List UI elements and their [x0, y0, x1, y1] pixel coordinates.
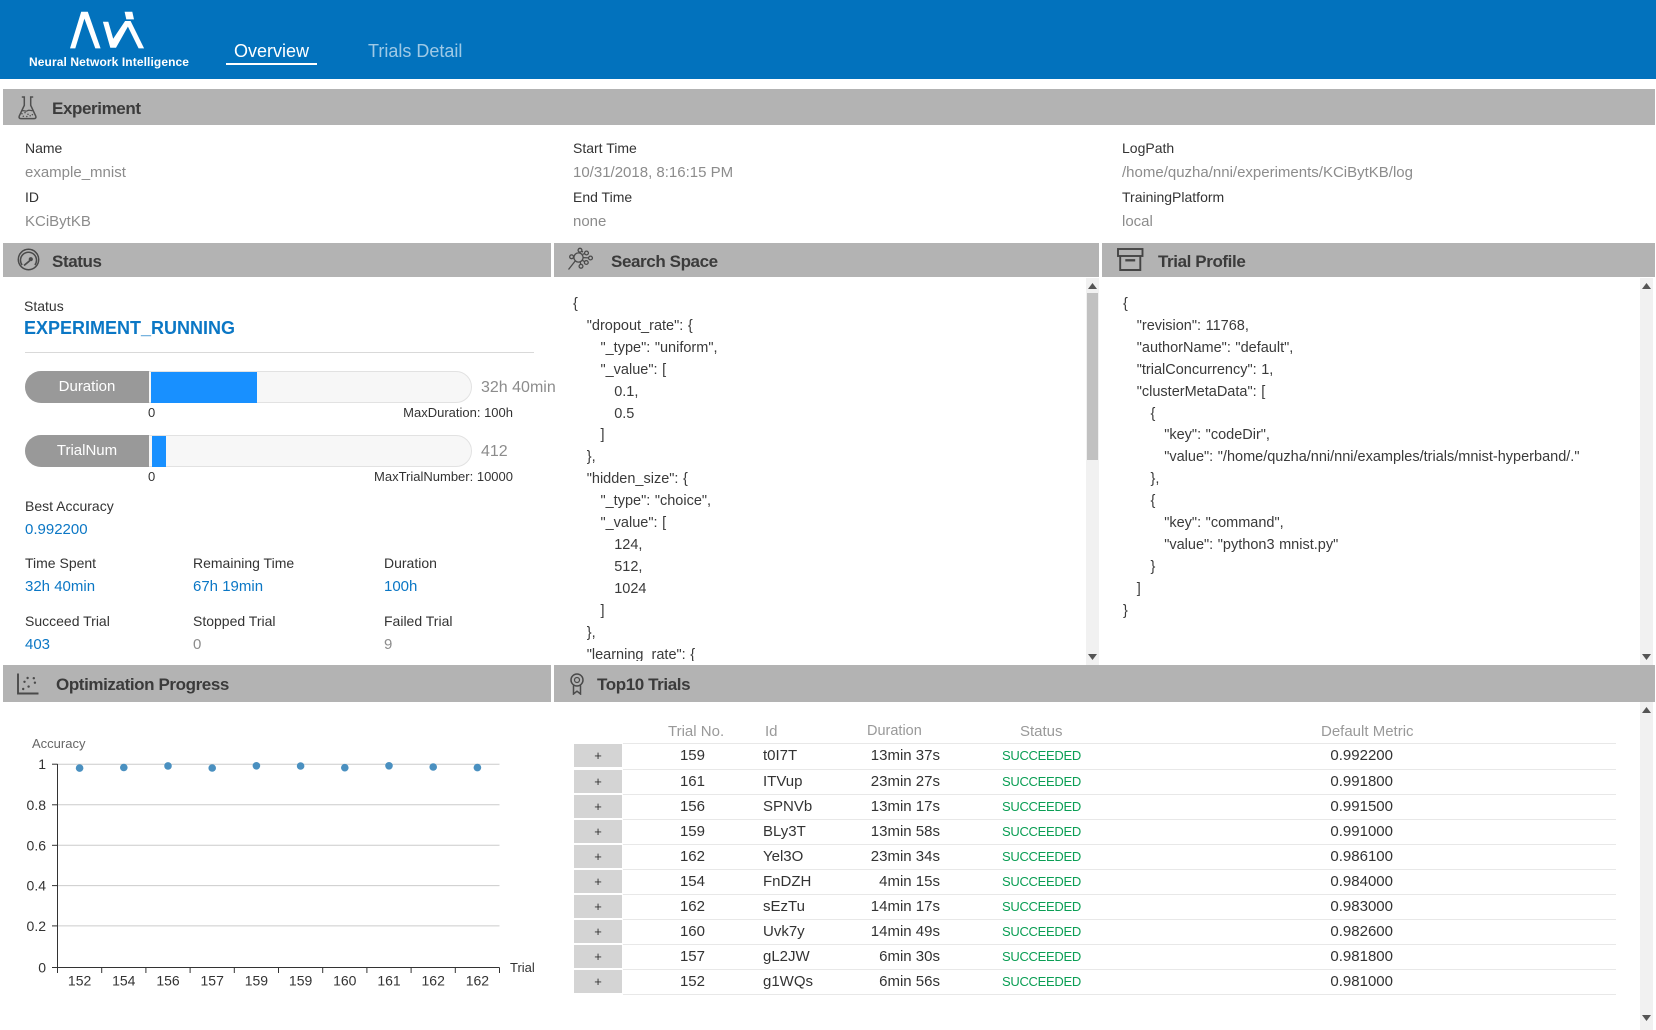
svg-text:0: 0: [38, 960, 46, 976]
svg-text:162: 162: [466, 973, 490, 989]
svg-text:0.8: 0.8: [27, 797, 47, 813]
svg-text:156: 156: [156, 973, 180, 989]
svg-text:1: 1: [38, 756, 46, 772]
svg-text:154: 154: [112, 973, 136, 989]
svg-text:162: 162: [422, 973, 446, 989]
svg-text:159: 159: [289, 973, 313, 989]
svg-text:0.2: 0.2: [27, 918, 47, 934]
svg-text:0.6: 0.6: [27, 837, 47, 853]
svg-text:152: 152: [68, 973, 92, 989]
svg-text:Trial: Trial: [510, 960, 535, 975]
svg-text:157: 157: [201, 973, 225, 989]
svg-text:Accuracy: Accuracy: [32, 736, 86, 751]
svg-text:161: 161: [377, 973, 401, 989]
svg-text:159: 159: [245, 973, 269, 989]
svg-text:160: 160: [333, 973, 357, 989]
svg-text:0.4: 0.4: [27, 878, 47, 894]
